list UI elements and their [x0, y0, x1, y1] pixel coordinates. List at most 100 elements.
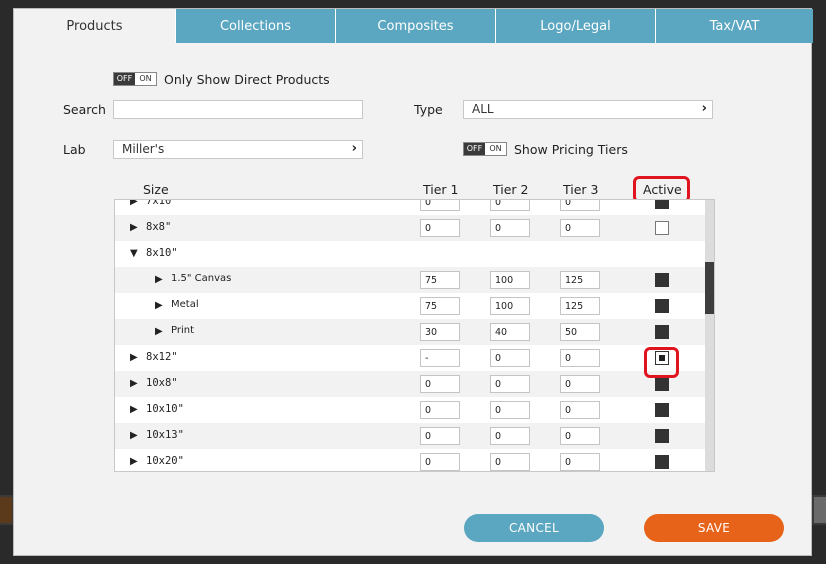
expand-triangle-icon[interactable]: ▶ — [155, 326, 163, 337]
direct-products-toggle[interactable]: OFF ON — [113, 72, 157, 86]
tier1-input[interactable]: 0 — [420, 200, 460, 211]
toggle-off-label: OFF — [114, 73, 135, 85]
expand-triangle-icon[interactable]: ▶ — [130, 456, 138, 467]
type-select[interactable]: ALL › — [463, 100, 713, 119]
tier1-input[interactable]: 0 — [420, 427, 460, 445]
tier3-input[interactable]: 0 — [560, 401, 600, 419]
expand-triangle-icon[interactable]: ▶ — [130, 430, 138, 441]
tab-tax-vat[interactable]: Tax/VAT — [655, 9, 813, 43]
size-label: 8x12" — [146, 351, 178, 363]
column-header-tier1: Tier 1 — [423, 182, 459, 197]
expand-triangle-icon[interactable]: ▶ — [130, 404, 138, 415]
tab-collections[interactable]: Collections — [175, 9, 335, 43]
expand-triangle-icon[interactable]: ▶ — [130, 222, 138, 233]
size-label: 10x8" — [146, 377, 178, 389]
tier3-input[interactable]: 0 — [560, 219, 600, 237]
tier1-input[interactable]: 0 — [420, 453, 460, 471]
tier3-input[interactable]: 125 — [560, 271, 600, 289]
table-row[interactable]: ▶ 10x20" 0 0 0 — [115, 449, 705, 471]
tier1-input[interactable]: 0 — [420, 375, 460, 393]
background-button-left — [0, 497, 12, 523]
table-row[interactable]: ▶ 8x12" - 0 0 — [115, 345, 705, 371]
pricing-tiers-toggle[interactable]: OFF ON — [463, 142, 507, 156]
tab-logo-legal[interactable]: Logo/Legal — [495, 9, 655, 43]
active-checkbox[interactable] — [655, 200, 669, 209]
table-row[interactable]: ▶ 7x10" 0 0 0 — [115, 200, 705, 215]
tab-products[interactable]: Products — [14, 9, 175, 43]
tier1-input[interactable]: 30 — [420, 323, 460, 341]
search-label: Search — [63, 102, 106, 117]
active-checkbox[interactable] — [655, 221, 669, 235]
tier1-input[interactable]: - — [420, 349, 460, 367]
expand-triangle-icon[interactable]: ▶ — [130, 200, 138, 207]
expand-triangle-icon[interactable]: ▶ — [155, 274, 163, 285]
size-label: Print — [171, 325, 195, 336]
tier1-input[interactable]: 0 — [420, 219, 460, 237]
table-row[interactable]: ▶ Metal 75 100 125 — [115, 293, 705, 319]
table-body: ▶ 7x10" 0 0 0 ▶ 8x8" 0 0 0 ▼ 8x10" ▶ 1.5" Canvas 75 100… — [115, 200, 705, 471]
tier2-input[interactable]: 0 — [490, 427, 530, 445]
cancel-button[interactable]: CANCEL — [464, 514, 604, 542]
size-label: 10x20" — [146, 455, 184, 467]
tier2-input[interactable]: 0 — [490, 219, 530, 237]
table-scrollbar[interactable] — [705, 200, 714, 471]
active-checkbox[interactable] — [655, 273, 669, 287]
lab-select-value: Miller's — [122, 142, 165, 156]
tier2-input[interactable]: 0 — [490, 401, 530, 419]
toggle-off-label: OFF — [464, 143, 485, 155]
tier2-input[interactable]: 0 — [490, 200, 530, 211]
save-button[interactable]: SAVE — [644, 514, 784, 542]
active-checkbox[interactable] — [655, 299, 669, 313]
products-settings-dialog: Products Collections Composites Logo/Leg… — [13, 8, 813, 556]
tier3-input[interactable]: 0 — [560, 349, 600, 367]
collapse-triangle-icon[interactable]: ▼ — [130, 248, 138, 259]
tier1-input[interactable]: 0 — [420, 401, 460, 419]
type-label: Type — [414, 102, 443, 117]
lab-select[interactable]: Miller's › — [113, 140, 363, 159]
active-checkbox[interactable] — [655, 325, 669, 339]
tier3-input[interactable]: 0 — [560, 453, 600, 471]
tier3-input[interactable]: 125 — [560, 297, 600, 315]
lab-label: Lab — [63, 142, 86, 157]
column-header-tier3: Tier 3 — [563, 182, 599, 197]
tier3-input[interactable]: 0 — [560, 375, 600, 393]
table-row[interactable]: ▶ 10x10" 0 0 0 — [115, 397, 705, 423]
tier2-input[interactable]: 0 — [490, 375, 530, 393]
table-row[interactable]: ▶ 10x8" 0 0 0 — [115, 371, 705, 397]
tier2-input[interactable]: 0 — [490, 349, 530, 367]
table-row[interactable]: ▼ 8x10" — [115, 241, 705, 267]
tier2-input[interactable]: 100 — [490, 297, 530, 315]
scrollbar-thumb[interactable] — [705, 262, 714, 314]
table-row[interactable]: ▶ 8x8" 0 0 0 — [115, 215, 705, 241]
tier3-input[interactable]: 0 — [560, 200, 600, 211]
tab-bar: Products Collections Composites Logo/Leg… — [14, 9, 813, 44]
tier2-input[interactable]: 100 — [490, 271, 530, 289]
column-header-size: Size — [143, 182, 169, 197]
tier2-input[interactable]: 0 — [490, 453, 530, 471]
expand-triangle-icon[interactable]: ▶ — [130, 378, 138, 389]
table-row[interactable]: ▶ Print 30 40 50 — [115, 319, 705, 345]
tier1-input[interactable]: 75 — [420, 297, 460, 315]
tier3-input[interactable]: 0 — [560, 427, 600, 445]
active-checkbox[interactable] — [655, 429, 669, 443]
size-label: 10x10" — [146, 403, 184, 415]
tier3-input[interactable]: 50 — [560, 323, 600, 341]
tier2-input[interactable]: 40 — [490, 323, 530, 341]
table-row[interactable]: ▶ 1.5" Canvas 75 100 125 — [115, 267, 705, 293]
column-header-tier2: Tier 2 — [493, 182, 529, 197]
size-label: 8x8" — [146, 221, 172, 233]
size-label: 10x13" — [146, 429, 184, 441]
type-select-value: ALL — [472, 102, 494, 116]
expand-triangle-icon[interactable]: ▶ — [155, 300, 163, 311]
table-row[interactable]: ▶ 10x13" 0 0 0 — [115, 423, 705, 449]
active-checkbox[interactable] — [655, 377, 669, 391]
search-input[interactable] — [113, 100, 363, 119]
active-checkbox[interactable] — [655, 403, 669, 417]
active-checkbox[interactable] — [655, 455, 669, 469]
toggle-on-label: ON — [485, 143, 506, 155]
tab-composites[interactable]: Composites — [335, 9, 495, 43]
direct-products-label: Only Show Direct Products — [164, 72, 330, 87]
tier1-input[interactable]: 75 — [420, 271, 460, 289]
size-label: 1.5" Canvas — [171, 273, 232, 284]
expand-triangle-icon[interactable]: ▶ — [130, 352, 138, 363]
